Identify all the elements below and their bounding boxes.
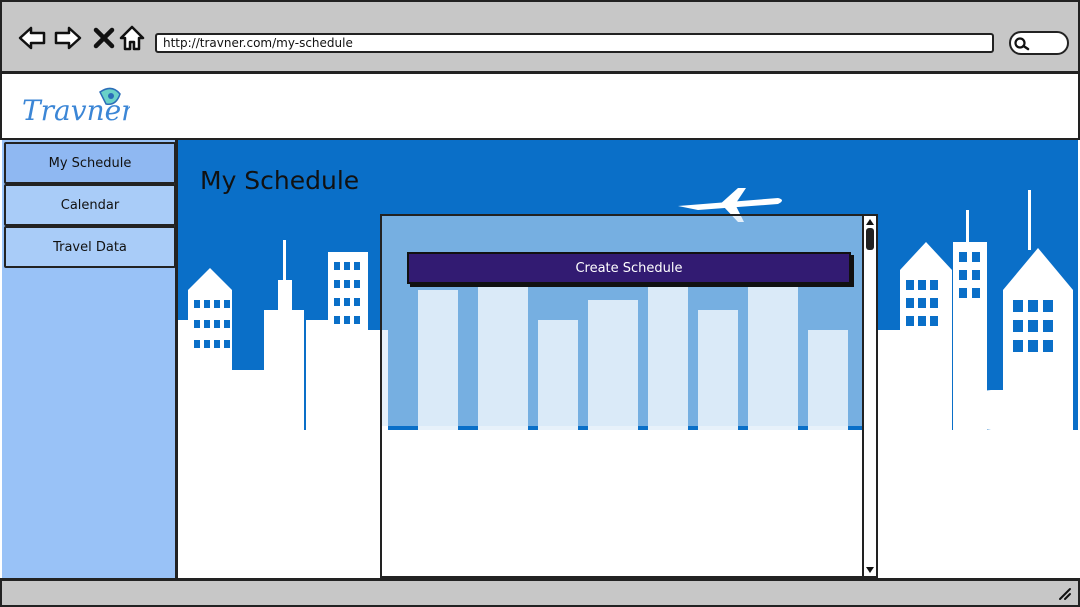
scroll-down-arrow-icon[interactable] — [864, 564, 876, 576]
main-content: My Schedule Create Schedule — [178, 140, 1078, 580]
search-icon — [1014, 37, 1030, 51]
forward-arrow-icon[interactable] — [52, 22, 84, 54]
app-header: Travner — [0, 74, 1080, 140]
sidebar-item-label: Travel Data — [53, 239, 127, 255]
sidebar-item-label: My Schedule — [48, 155, 132, 171]
panel-overlay — [382, 216, 866, 426]
sidebar-item-calendar[interactable]: Calendar — [4, 184, 176, 226]
travner-logo[interactable]: Travner — [20, 82, 130, 132]
schedule-panel: Create Schedule — [380, 214, 878, 578]
sidebar-item-my-schedule[interactable]: My Schedule — [4, 142, 176, 184]
scroll-thumb[interactable] — [866, 228, 874, 250]
panel-scrollbar[interactable] — [862, 216, 876, 576]
browser-toolbar: http://travner.com/my-schedule — [0, 0, 1080, 74]
sidebar-item-travel-data[interactable]: Travel Data — [4, 226, 176, 268]
home-icon[interactable] — [116, 22, 148, 54]
search-field[interactable] — [1009, 31, 1069, 55]
page-title: My Schedule — [200, 166, 360, 195]
create-schedule-button[interactable]: Create Schedule — [407, 252, 851, 284]
url-bar[interactable]: http://travner.com/my-schedule — [155, 33, 994, 53]
resize-grip-icon[interactable] — [1058, 587, 1072, 601]
back-arrow-icon[interactable] — [16, 22, 48, 54]
sidebar-item-label: Calendar — [60, 197, 120, 213]
sidebar: My Schedule Calendar Travel Data — [2, 140, 178, 580]
browser-status-bar — [0, 578, 1080, 607]
scroll-up-arrow-icon[interactable] — [864, 216, 876, 228]
